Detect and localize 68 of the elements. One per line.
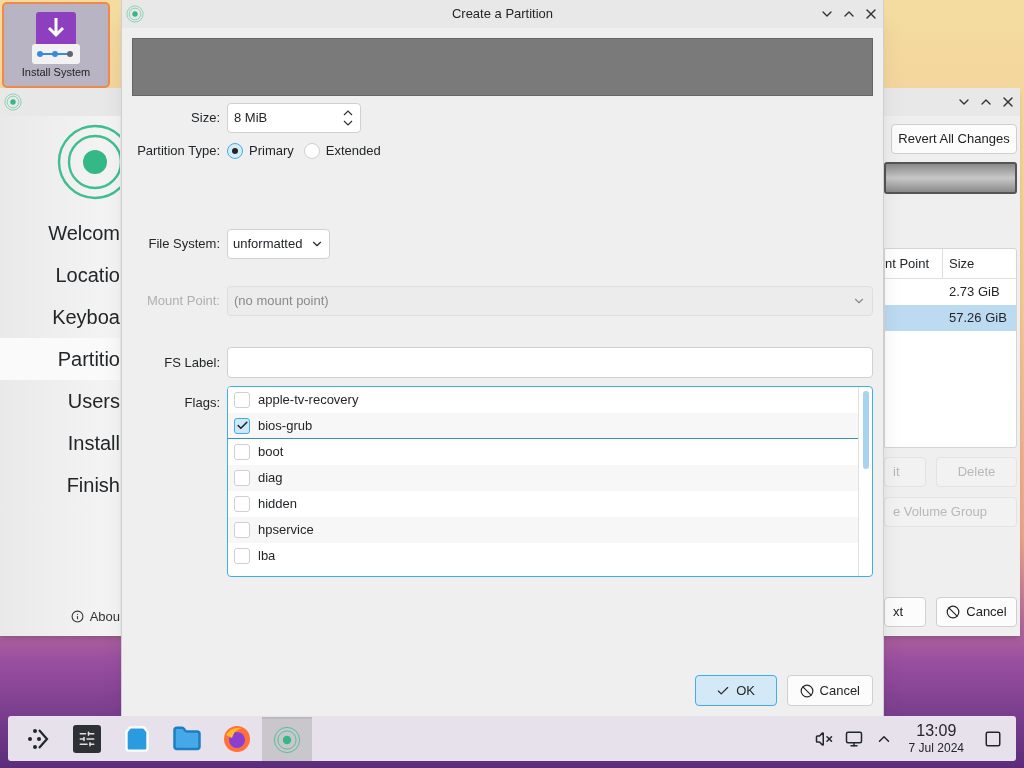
sidebar-step[interactable]: Locatio <box>0 254 120 296</box>
size-cell-text: 57.26 GiB <box>949 309 1007 328</box>
desktop-shortcut[interactable]: Install System <box>4 4 108 86</box>
radio-label: Primary <box>249 142 294 161</box>
flag-row[interactable]: diag <box>228 465 858 491</box>
radio-button[interactable] <box>227 143 243 159</box>
checkbox[interactable] <box>234 522 250 538</box>
sidebar-step[interactable]: Finish <box>0 464 120 506</box>
flag-row[interactable]: bios-grub <box>228 413 858 439</box>
flag-label: lba <box>258 547 276 566</box>
installer-icon <box>273 725 301 754</box>
size-spinbox[interactable]: 8 MiB <box>227 103 361 133</box>
sidebar-step[interactable]: Users <box>0 380 120 422</box>
checkbox[interactable] <box>234 417 250 434</box>
cancel-icon <box>946 605 961 619</box>
muted-speaker-icon[interactable] <box>814 729 833 748</box>
table-row[interactable]: 57.26 GiB <box>885 305 1016 331</box>
app-icon <box>4 93 22 111</box>
button[interactable]: Cancel <box>936 597 1017 627</box>
clock-time: 13:09 <box>916 721 957 741</box>
show-desktop-icon[interactable] <box>984 729 1002 748</box>
flag-label: bios-grub <box>258 416 313 435</box>
checkbox[interactable] <box>234 392 250 408</box>
flag-label: hidden <box>258 495 298 514</box>
checkbox[interactable] <box>234 496 250 512</box>
field-label: Mount Point: <box>146 292 220 311</box>
flag-label: boot <box>258 443 284 462</box>
sidebar-step[interactable]: Welcom <box>0 212 120 254</box>
clock[interactable]: 13:09 7 Jul 2024 <box>908 721 964 756</box>
flag-label: diag <box>258 469 283 488</box>
size-cell-text: 2.73 GiB <box>949 283 1000 302</box>
radio-label: Extended <box>325 142 381 161</box>
network-icon[interactable] <box>844 729 863 748</box>
file-system-dropdown[interactable]: unformatted <box>227 229 331 259</box>
clock-date: 7 Jul 2024 <box>908 741 964 756</box>
app-icon <box>126 5 144 23</box>
checkbox[interactable] <box>234 444 250 460</box>
column-header[interactable]: nt Point <box>885 249 943 278</box>
radio-button[interactable] <box>303 143 320 159</box>
cancel-icon <box>799 683 814 698</box>
flag-label: hpservice <box>258 521 314 540</box>
settings-icon[interactable] <box>73 724 101 753</box>
flag-row[interactable]: hpservice <box>228 517 858 543</box>
checkbox[interactable] <box>234 548 250 564</box>
flag-label: apple-tv-recovery <box>258 391 359 410</box>
cancel-button[interactable]: Cancel <box>786 675 873 706</box>
field-label: Size: <box>190 109 220 128</box>
info-icon <box>70 609 84 623</box>
field-label: Partition Type: <box>136 142 220 161</box>
window-title: Create a Partition <box>451 5 554 24</box>
sidebar-step[interactable]: Install <box>0 422 120 464</box>
button[interactable]: xt <box>884 597 926 627</box>
column-header[interactable]: Size <box>943 249 1016 278</box>
download-drive-icon <box>30 10 82 66</box>
checkbox[interactable] <box>234 470 250 486</box>
table-row[interactable]: 2.73 GiB <box>885 279 1016 305</box>
ok-button[interactable]: OK <box>694 675 777 706</box>
field-label: Flags: <box>183 394 220 412</box>
fs-label-field[interactable] <box>227 347 873 378</box>
shortcut-label: Install System <box>21 67 91 78</box>
field-label: File System: <box>147 235 220 254</box>
browser-icon[interactable] <box>222 723 252 754</box>
sidebar-step[interactable]: Partitio <box>0 338 120 380</box>
field-label: FS Label: <box>163 353 220 372</box>
sidebar-step[interactable]: Keyboa <box>0 296 120 338</box>
button[interactable]: Revert All Changes <box>891 124 1017 154</box>
scrollbar[interactable] <box>858 387 872 576</box>
about-link[interactable]: Abou <box>89 606 120 626</box>
